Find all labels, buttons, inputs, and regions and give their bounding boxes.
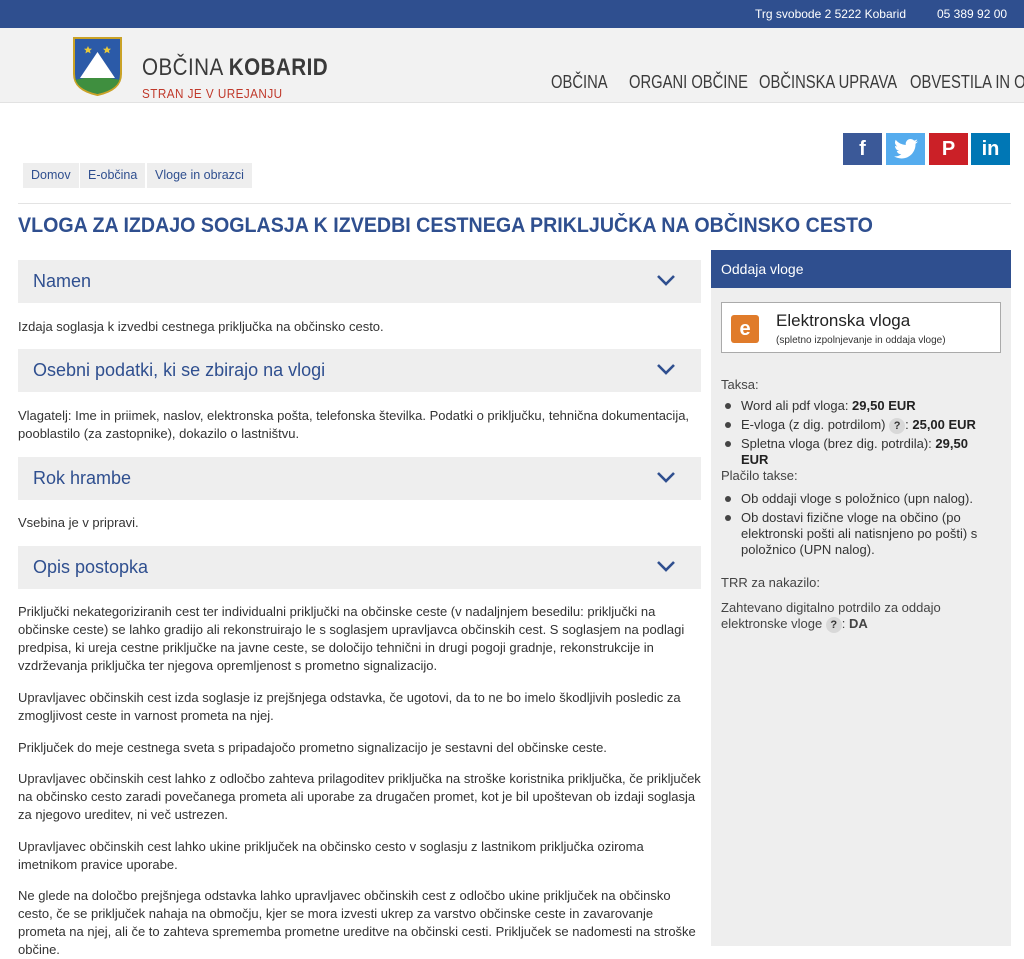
digital-cert-sep: :: [841, 616, 850, 631]
opis-paragraph: Priključek do meje cestnega sveta s prip…: [18, 740, 607, 755]
opis-paragraph: Ne glede na določbo prejšnjega odstavka …: [18, 888, 696, 957]
bullet: [725, 515, 731, 521]
taksa-price: 25,00 EUR: [912, 417, 976, 432]
site-slogan: STRAN JE V UREJANJU: [142, 86, 283, 101]
pinterest-icon: P: [941, 138, 956, 160]
linkedin-share-button[interactable]: in: [971, 133, 1010, 165]
nav-item-obcina[interactable]: OBČINA: [551, 72, 608, 93]
site-header: OBČINA KOBARID STRAN JE V UREJANJU OBČIN…: [0, 28, 1024, 103]
taksa-item: Word ali pdf vloga: 29,50 EUR: [725, 398, 996, 414]
taksa-item: Spletna vloga (brez dig. potrdila): 29,5…: [725, 436, 996, 468]
nav-item-obvestila[interactable]: OBVESTILA IN OBJAVE: [910, 72, 1024, 93]
taksa-name: Word ali pdf vloga:: [741, 398, 853, 413]
digital-cert-value: DA: [849, 616, 868, 631]
pinterest-share-button[interactable]: P: [929, 133, 968, 165]
accordion-label: Osebni podatki, ki se zbirajo na vlogi: [33, 360, 326, 380]
placilo-text: Ob oddaji vloge s položnico (upn nalog).: [741, 491, 973, 506]
elektronska-vloga-button[interactable]: e Elektronska vloga (spletno izpolnjevan…: [721, 302, 1001, 353]
placilo-item: Ob dostavi fizične vloge na občino (po e…: [725, 510, 1001, 558]
facebook-icon: f: [859, 138, 866, 160]
sidebar-heading: Oddaja vloge: [711, 250, 1011, 288]
sidebar-oddaja-vloge: Oddaja vloge e Elektronska vloga (spletn…: [711, 250, 1011, 946]
address: Trg svobode 2 5222 Kobarid: [755, 7, 906, 21]
taksa-price: 29,50 EUR: [852, 398, 916, 413]
evloga-title: Elektronska vloga: [776, 311, 911, 330]
breadcrumb-item-domov[interactable]: Domov: [23, 163, 79, 188]
taksa-label: Taksa:: [721, 377, 759, 392]
taksa-name: Spletna vloga (brez dig. potrdila):: [741, 436, 936, 451]
accordion-label: Namen: [33, 271, 92, 291]
bullet: [725, 496, 731, 502]
accordion-namen[interactable]: Namen: [18, 260, 701, 303]
accordion-osebni-podatki[interactable]: Osebni podatki, ki se zbirajo na vlogi: [18, 349, 701, 392]
chevron-down-icon: [657, 364, 675, 375]
chevron-down-icon: [657, 275, 675, 286]
divider: [18, 203, 1011, 204]
twitter-share-button[interactable]: [886, 133, 925, 165]
opis-paragraph: Upravljavec občinskih cest izda soglasje…: [18, 690, 681, 723]
opis-paragraph: Priključki nekategoriziranih cest ter in…: [18, 604, 685, 673]
accordion-rok-hrambe[interactable]: Rok hrambe: [18, 457, 701, 500]
placilo-item: Ob oddaji vloge s položnico (upn nalog).: [725, 491, 996, 507]
coat-of-arms-logo[interactable]: [72, 36, 123, 96]
brand-prefix: OBČINA: [142, 54, 229, 81]
bullet: [725, 422, 731, 428]
phone-number[interactable]: 05 389 92 00: [937, 7, 1007, 21]
placilo-text: Ob dostavi fizične vloge na občino (po e…: [741, 510, 978, 557]
placilo-label: Plačilo takse:: [721, 468, 798, 483]
twitter-icon: [893, 138, 918, 159]
nav-item-obcinska-uprava[interactable]: OBČINSKA UPRAVA: [759, 72, 897, 93]
taksa-item: E-vloga (z dig. potrdilom) ?: 25,00 EUR: [725, 417, 996, 434]
accordion-label: Opis postopka: [33, 557, 149, 577]
breadcrumb-item-vloge[interactable]: Vloge in obrazci: [147, 163, 252, 188]
facebook-share-button[interactable]: f: [843, 133, 882, 165]
rok-text: Vsebina je v pripravi.: [18, 515, 139, 530]
osebni-text: Vlagatelj: Ime in priimek, naslov, elekt…: [18, 408, 690, 441]
linkedin-icon: in: [981, 138, 1000, 160]
taksa-name: E-vloga (z dig. potrdilom): [741, 417, 890, 432]
bullet: [725, 441, 731, 447]
accordion-opis-postopka[interactable]: Opis postopka: [18, 546, 701, 589]
digital-cert-info: Zahtevano digitalno potrdilo za oddajo e…: [721, 600, 961, 633]
evloga-subtitle: (spletno izpolnjevanje in oddaja vloge): [776, 335, 946, 346]
site-brand[interactable]: OBČINA KOBARID: [142, 54, 328, 82]
page-title: VLOGA ZA IZDAJO SOGLASJA K IZVEDBI CESTN…: [18, 214, 873, 237]
nav-item-organi-obcine[interactable]: ORGANI OBČINE: [629, 72, 748, 93]
opis-paragraph: Upravljavec občinskih cest lahko ukine p…: [18, 839, 644, 872]
e-form-icon: e: [731, 315, 759, 343]
brand-name: KOBARID: [228, 54, 329, 81]
help-icon[interactable]: ?: [889, 418, 906, 434]
chevron-down-icon: [657, 472, 675, 483]
top-bar: Trg svobode 2 5222 Kobarid 05 389 92 00: [0, 0, 1024, 28]
accordion-label: Rok hrambe: [33, 468, 132, 488]
bullet: [725, 403, 731, 409]
opis-paragraph: Upravljavec občinskih cest lahko z odloč…: [18, 771, 701, 822]
trr-label: TRR za nakazilo:: [721, 575, 820, 590]
help-icon[interactable]: ?: [825, 617, 842, 633]
chevron-down-icon: [657, 561, 675, 572]
namen-text: Izdaja soglasja k izvedbi cestnega prikl…: [18, 319, 384, 334]
breadcrumb-item-e-obcina[interactable]: E-občina: [80, 163, 146, 188]
